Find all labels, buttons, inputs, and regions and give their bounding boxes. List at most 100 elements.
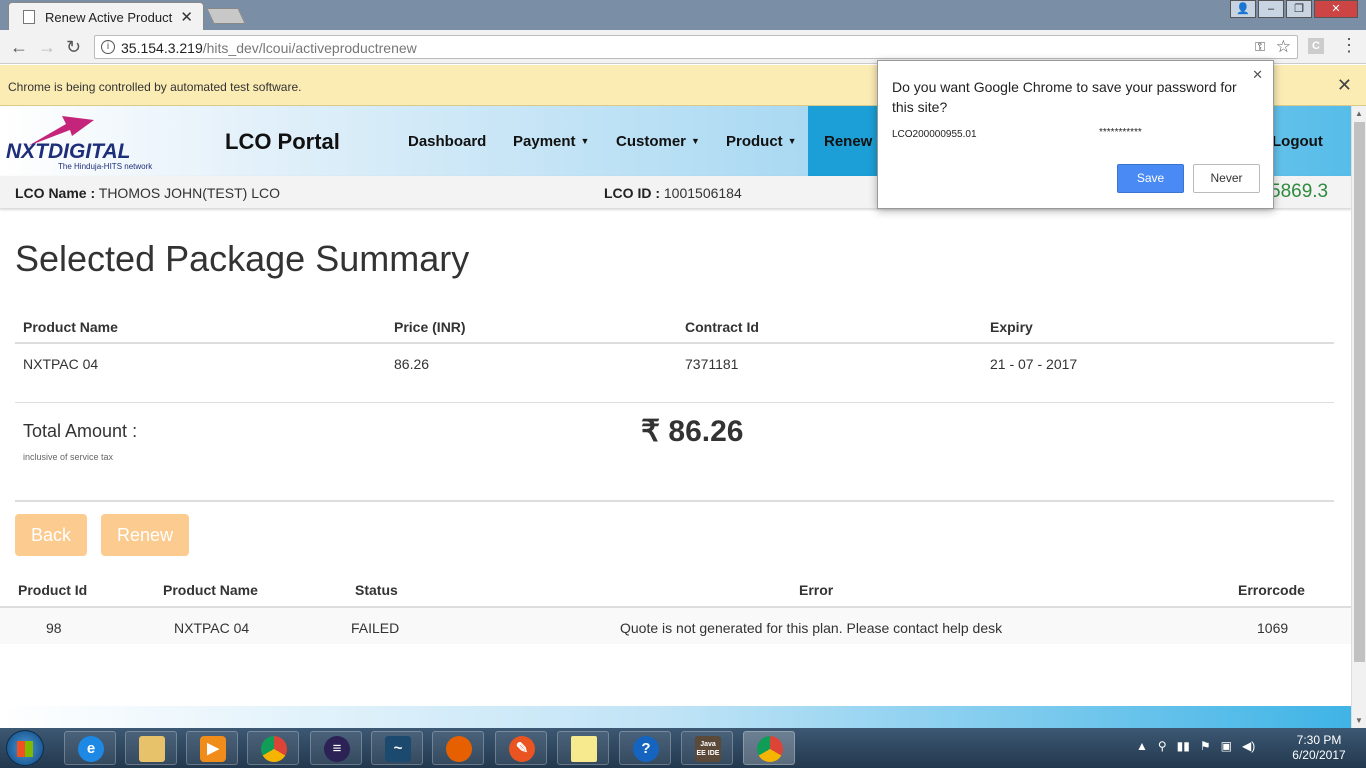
errorcode-cell: 1069: [1257, 620, 1289, 636]
firefox-icon: [446, 736, 472, 762]
chrome-menu-icon[interactable]: ⋮: [1340, 35, 1358, 56]
clock-time: 7:30 PM: [1296, 733, 1342, 747]
taskbar-sticky-notes[interactable]: [557, 731, 609, 765]
tab-close-icon[interactable]: ✕: [180, 8, 193, 26]
taskbar-chrome-active[interactable]: [743, 731, 795, 765]
back-arrow-icon[interactable]: ←: [10, 37, 28, 58]
eclipse-icon: ≡: [324, 736, 350, 762]
nxtdigital-logo[interactable]: NXTDIGITAL The Hinduja-HITS network: [6, 116, 161, 171]
system-tray[interactable]: ▲ ⚲ ▮▮ ⚑ ▣ ◀): [1136, 739, 1255, 753]
sticky-notes-icon: [571, 736, 597, 762]
contract-id-cell: 7371181: [685, 356, 739, 372]
lco-name-value: THOMOS JOHN(TEST) LCO: [98, 185, 280, 201]
save-button[interactable]: Save: [1117, 164, 1184, 193]
column-header: Error: [799, 582, 834, 598]
nav-dashboard[interactable]: Dashboard: [408, 133, 486, 150]
forward-arrow-icon[interactable]: →: [38, 37, 56, 58]
column-header: Contract Id: [685, 319, 759, 335]
taskbar-media-player[interactable]: ▶: [186, 731, 238, 765]
lco-name-label: LCO Name :: [15, 185, 96, 201]
caret-down-icon: ▼: [787, 136, 797, 146]
taskbar-firefox[interactable]: [432, 731, 484, 765]
taskbar-eclipse[interactable]: ≡: [310, 731, 362, 765]
back-button[interactable]: Back: [15, 514, 87, 556]
divider: [15, 402, 1334, 403]
media-player-icon: ▶: [200, 736, 226, 762]
start-button[interactable]: [6, 730, 44, 766]
column-header: Product Id: [18, 582, 88, 598]
url-path: /hits_dev/lcoui/activeproductrenew: [202, 40, 417, 56]
renew-button[interactable]: Renew: [101, 514, 189, 556]
user-icon[interactable]: 👤: [1230, 0, 1256, 18]
minimize-button[interactable]: –: [1258, 0, 1284, 18]
renew-result-table: Product Id Product Name Status Error Err…: [0, 571, 1351, 644]
page-scrollbar[interactable]: ▲ ▼: [1351, 106, 1366, 728]
table-row: 98 NXTPAC 04 FAILED Quote is not generat…: [0, 608, 1351, 644]
reload-icon[interactable]: ↻: [66, 37, 81, 58]
taskbar-explorer[interactable]: [125, 731, 177, 765]
column-header: Product Name: [163, 582, 258, 598]
product-name-cell: NXTPAC 04: [174, 620, 250, 636]
scroll-down-icon[interactable]: ▼: [1355, 716, 1363, 725]
expiry-cell: 21 - 07 - 2017: [990, 356, 1078, 372]
taskbar-tool[interactable]: ✎: [495, 731, 547, 765]
logo-tagline: The Hinduja-HITS network: [58, 162, 153, 171]
nav-logout[interactable]: Logout: [1272, 133, 1323, 150]
scrollbar-thumb[interactable]: [1354, 122, 1365, 662]
browser-tab[interactable]: Renew Active Product ✕: [8, 2, 204, 30]
taskbar-ie[interactable]: e: [64, 731, 116, 765]
never-button[interactable]: Never: [1193, 164, 1260, 193]
nav-customer[interactable]: Customer ▼: [616, 133, 700, 150]
dialog-question: Do you want Google Chrome to save your p…: [892, 79, 1237, 115]
close-window-button[interactable]: ✕: [1314, 0, 1358, 18]
nav-customer-label: Customer: [616, 133, 687, 150]
column-header: Errorcode: [1238, 582, 1305, 598]
tool-icon: ✎: [509, 736, 535, 762]
column-header: Expiry: [990, 319, 1033, 335]
extension-icon[interactable]: C: [1308, 38, 1324, 54]
new-tab-button[interactable]: [206, 8, 246, 24]
nav-payment-label: Payment: [513, 133, 576, 150]
window-controls: 👤 – ❐ ✕: [1230, 0, 1358, 18]
maximize-button[interactable]: ❐: [1286, 0, 1312, 18]
nav-product-label: Product: [726, 133, 783, 150]
nav-payment[interactable]: Payment ▼: [513, 133, 589, 150]
table-row: NXTPAC 04 86.26 7371181 21 - 07 - 2017: [15, 344, 1334, 382]
taskbar-java-ee-ide[interactable]: Java EE IDE: [681, 731, 733, 765]
column-header: Status: [355, 582, 398, 598]
page-title: Selected Package Summary: [15, 238, 470, 279]
price-cell: 86.26: [394, 356, 430, 372]
nav-renew-label: Renew: [824, 133, 873, 150]
clock[interactable]: 7:30 PM 6/20/2017: [1286, 733, 1352, 763]
column-header: Product Name: [23, 319, 118, 335]
divider: [15, 500, 1334, 502]
url-host: 35.154.3.219: [121, 40, 203, 56]
status-cell: FAILED: [351, 620, 400, 636]
windows-taskbar: e ▶ ≡ ~ ✎ ? Java EE IDE ▲ ⚲ ▮▮ ⚑ ▣ ◀) 7:…: [0, 728, 1366, 768]
scroll-up-icon[interactable]: ▲: [1355, 109, 1363, 118]
info-icon[interactable]: i: [101, 40, 115, 54]
nav-renew[interactable]: Renew: [808, 106, 878, 176]
chrome-icon: [261, 736, 287, 762]
address-bar[interactable]: i 35.154.3.219/hits_dev/lcoui/activeprod…: [94, 35, 1298, 59]
dialog-close-icon[interactable]: ✕: [1252, 67, 1263, 83]
chrome-icon: [757, 736, 783, 762]
url-text[interactable]: 35.154.3.219/hits_dev/lcoui/activeproduc…: [121, 40, 417, 56]
taskbar-chrome[interactable]: [247, 731, 299, 765]
java-ee-ide-icon: Java EE IDE: [695, 736, 721, 762]
column-header: Price (INR): [394, 319, 466, 335]
lco-id: LCO ID : 1001506184: [604, 185, 742, 201]
taskbar-mysql[interactable]: ~: [371, 731, 423, 765]
infobar-close-icon[interactable]: ✕: [1337, 75, 1352, 96]
total-amount-note: inclusive of service tax: [23, 452, 114, 462]
key-icon[interactable]: ⚿: [1255, 39, 1265, 55]
caret-down-icon: ▼: [691, 136, 700, 146]
bookmark-star-icon[interactable]: ☆: [1276, 37, 1291, 57]
taskbar-help[interactable]: ?: [619, 731, 671, 765]
product-name-cell: NXTPAC 04: [23, 356, 99, 372]
saved-username: LCO200000955.01: [892, 129, 977, 140]
tab-title: Renew Active Product: [45, 10, 173, 25]
total-amount-value: ₹ 86.26: [641, 415, 744, 448]
clock-date: 6/20/2017: [1292, 748, 1346, 762]
nav-product[interactable]: Product ▼: [726, 133, 797, 150]
